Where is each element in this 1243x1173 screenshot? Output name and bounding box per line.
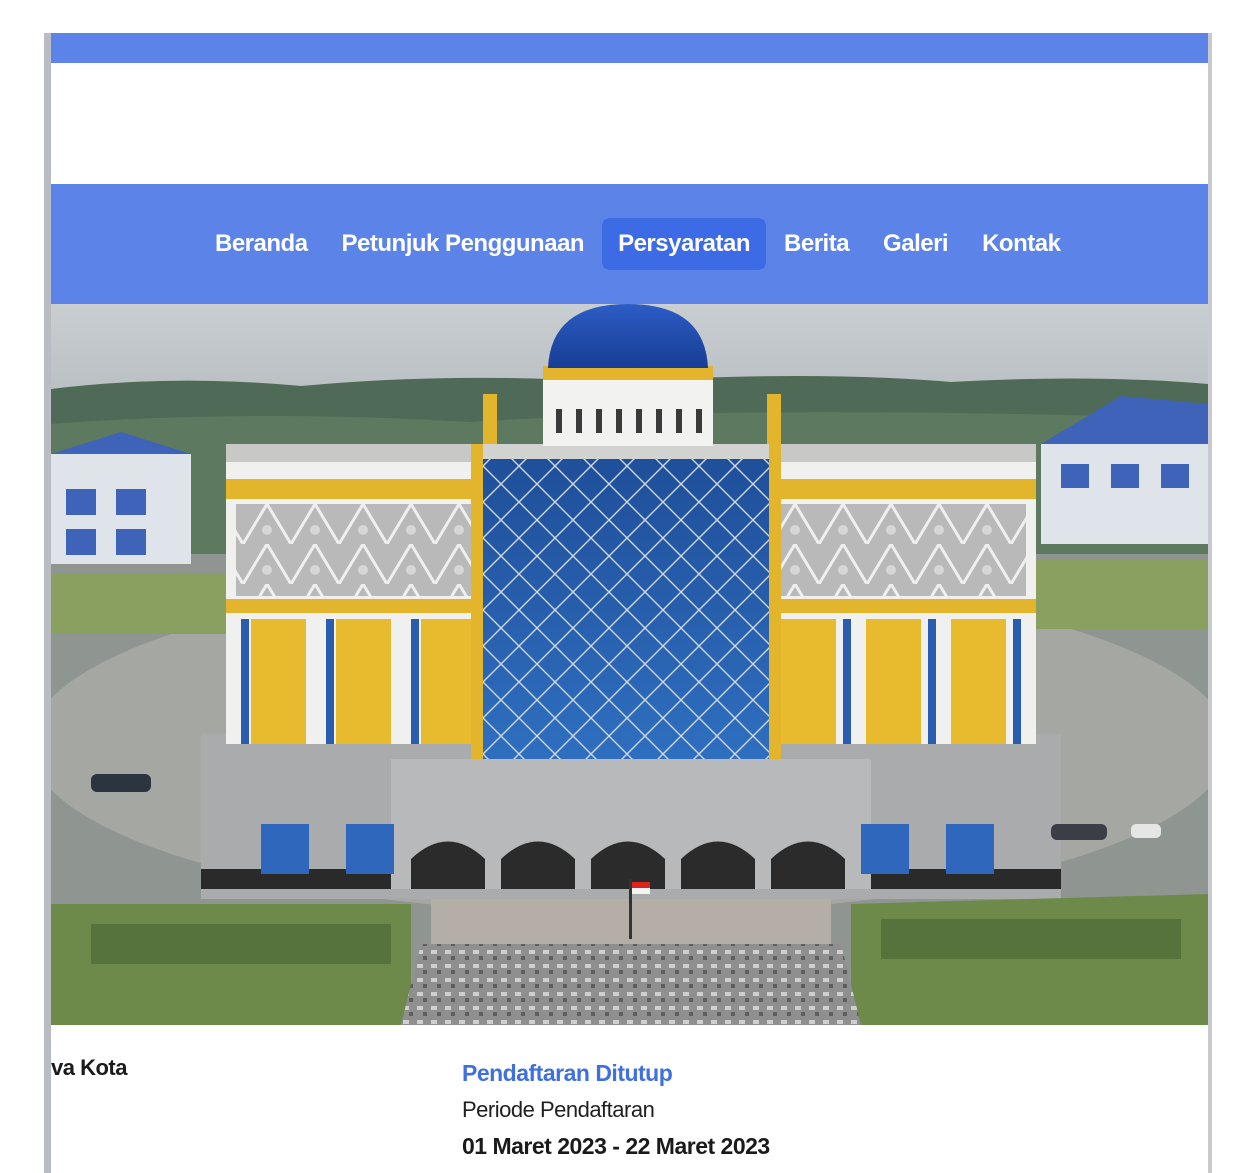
hero-building-image [51, 304, 1208, 1025]
nav-item-persyaratan[interactable]: Persyaratan [602, 218, 767, 270]
registration-status: Pendaftaran Ditutup [462, 1060, 673, 1086]
nav-list: Beranda Petunjuk Penggunaan Persyaratan … [199, 214, 1078, 274]
nav-item-galeri[interactable]: Galeri [867, 218, 964, 270]
nav-item-berita[interactable]: Berita [768, 218, 865, 270]
registration-period-label: Periode Pendaftaran [462, 1097, 655, 1122]
main-navbar: Beranda Petunjuk Penggunaan Persyaratan … [51, 184, 1208, 304]
top-header-strip [51, 33, 1208, 63]
info-left-text: va Kota [51, 1055, 127, 1080]
hero-illustration [51, 304, 1208, 1025]
frame-border-left [44, 33, 51, 1173]
nav-item-petunjuk-penggunaan[interactable]: Petunjuk Penggunaan [326, 218, 601, 270]
nav-item-beranda[interactable]: Beranda [199, 218, 324, 270]
nav-item-kontak[interactable]: Kontak [966, 218, 1076, 270]
registration-info: Pendaftaran Ditutup Periode Pendaftaran … [462, 1060, 770, 1160]
frame-border-right [1208, 33, 1212, 1173]
registration-period-dates: 01 Maret 2023 - 22 Maret 2023 [462, 1133, 770, 1159]
